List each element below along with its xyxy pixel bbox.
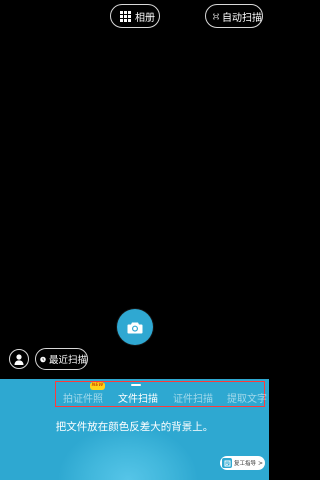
tab-extract-text[interactable]: 提取文字 bbox=[227, 390, 267, 405]
auto-scan-label: 自动扫描 bbox=[222, 12, 262, 24]
shutter-button[interactable] bbox=[117, 309, 153, 345]
new-badge: NEW bbox=[90, 382, 105, 390]
tab-id-card-scan[interactable]: 证件扫描 bbox=[173, 390, 213, 405]
guide-icon bbox=[222, 458, 232, 468]
tutorial-label: 复工指导 bbox=[234, 461, 257, 467]
user-button[interactable] bbox=[9, 349, 29, 369]
camera-icon bbox=[127, 322, 143, 333]
grid-icon bbox=[120, 10, 131, 22]
clock-icon bbox=[40, 356, 46, 362]
album-label: 相册 bbox=[135, 12, 155, 24]
album-button[interactable]: 相册 bbox=[110, 4, 160, 28]
tutorial-button[interactable]: 复工指导 > bbox=[220, 456, 265, 470]
scan-hint: 把文件放在颜色反差大的背景上。 bbox=[55, 421, 214, 433]
recent-scans-button[interactable]: 最近扫描 bbox=[35, 348, 88, 370]
tab-document-scan[interactable]: 文件扫描 bbox=[118, 390, 158, 405]
recent-scans-label: 最近扫描 bbox=[48, 355, 87, 366]
active-mode-indicator bbox=[131, 384, 141, 386]
user-icon bbox=[14, 353, 24, 365]
scan-frame-icon bbox=[213, 13, 219, 19]
auto-scan-button[interactable]: 自动扫描 bbox=[205, 4, 263, 28]
chevron-right-icon: > bbox=[258, 459, 264, 467]
tab-id-photo[interactable]: 拍证件照 bbox=[63, 390, 103, 405]
